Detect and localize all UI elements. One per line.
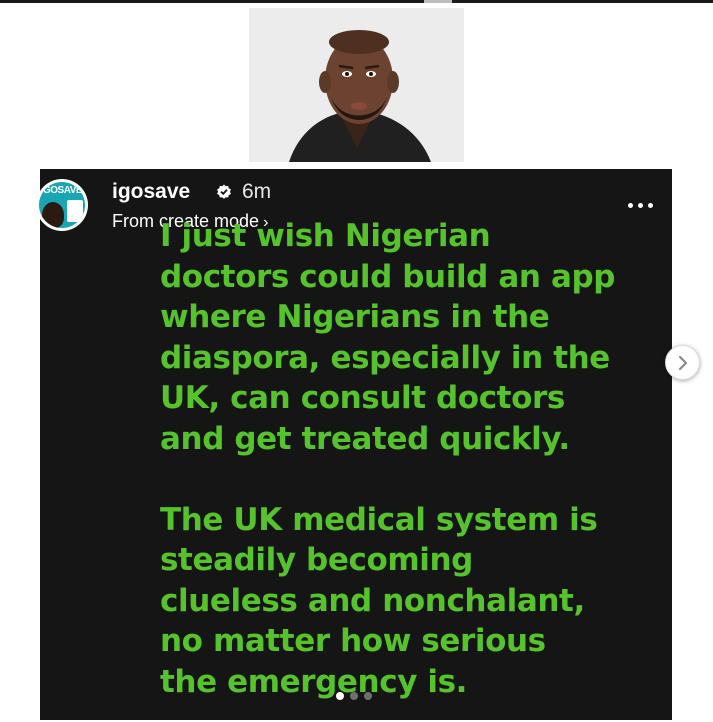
- story-line: I just wish Nigerian: [160, 218, 491, 254]
- chevron-right-icon: [678, 355, 688, 371]
- story-line: The UK medical system is: [160, 501, 598, 538]
- avatar-image: GOSAVE: [39, 182, 85, 228]
- next-slide-button[interactable]: [665, 345, 700, 380]
- avatar[interactable]: GOSAVE: [36, 179, 88, 231]
- portrait-illustration: [249, 8, 464, 162]
- story-line: clueless and nonchalant,: [160, 582, 585, 619]
- story-line: steadily becoming: [160, 542, 473, 578]
- story-text: I just wish Nigerian doctors could build…: [160, 216, 660, 702]
- carousel-dot: [336, 692, 344, 700]
- story-line: diaspora, especially in the: [160, 339, 610, 376]
- top-bar: [0, 0, 713, 3]
- avatar-card: [67, 200, 83, 222]
- story-line: the emergency is.: [160, 663, 468, 700]
- drag-handle: [424, 0, 452, 3]
- post-time: 6m: [242, 180, 272, 203]
- username[interactable]: igosave: [112, 180, 190, 204]
- story-line: and get treated quickly.: [160, 420, 570, 457]
- avatar-brand-text: GOSAVE: [43, 185, 83, 196]
- story-line: doctors could build an app: [160, 258, 616, 295]
- story-line: where Nigerians in the: [160, 299, 550, 335]
- verified-badge-icon: [217, 184, 231, 199]
- carousel-dot: [364, 692, 372, 700]
- story-line: no matter how serious: [160, 623, 546, 659]
- more-options-icon[interactable]: [624, 196, 658, 216]
- portrait-image: [249, 8, 464, 162]
- carousel-dot: [350, 692, 358, 700]
- avatar-face: [42, 202, 64, 228]
- carousel-indicator: [336, 692, 380, 702]
- story-line: UK, can consult doctors: [160, 380, 565, 416]
